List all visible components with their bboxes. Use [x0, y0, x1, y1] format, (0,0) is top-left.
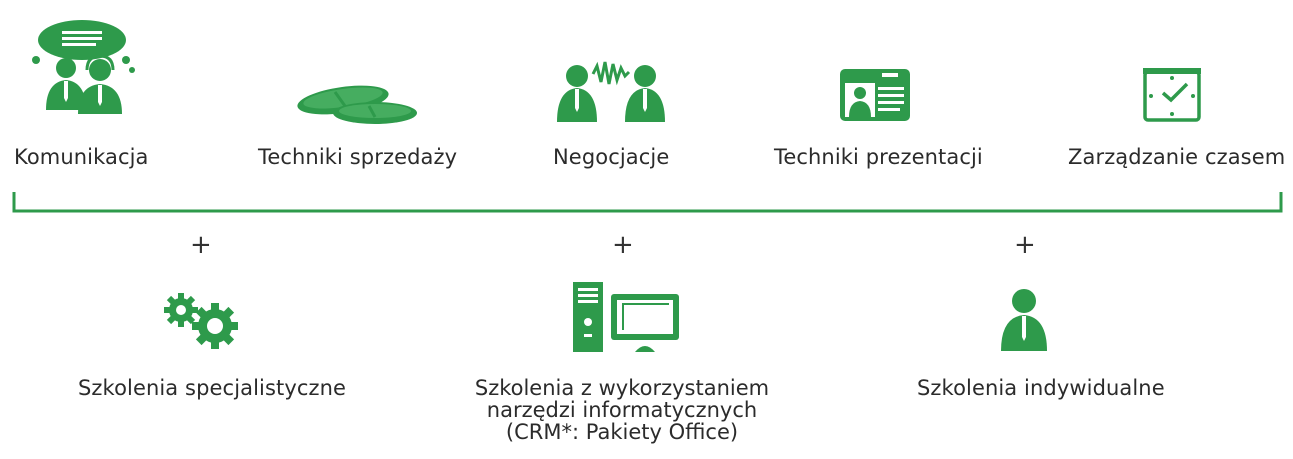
plus-sign-3: + [1014, 230, 1036, 260]
label-line-2: narzędzi informatycznych [486, 398, 758, 422]
label-szkolenia-specjalistyczne: Szkolenia specjalistyczne [78, 376, 347, 400]
id-card-icon [840, 69, 910, 121]
label-negocjacje: Negocjacje [553, 145, 670, 169]
label-zarzadzanie-czasem: Zarządzanie czasem [1068, 145, 1286, 169]
label-komunikacja: Komunikacja [14, 145, 149, 169]
gears-icon [164, 293, 238, 349]
clock-icon [1143, 68, 1201, 122]
plus-sign-2: + [612, 230, 634, 260]
negotiation-icon [557, 61, 665, 122]
conversation-icon [32, 20, 135, 114]
person-icon [1001, 289, 1047, 351]
bracket-connector [12, 192, 1283, 213]
label-techniki-prezentacji: Techniki prezentacji [774, 145, 983, 169]
label-szkolenia-informatyczne: Szkolenia z wykorzystaniem narzędzi info… [412, 377, 832, 443]
plus-sign-1: + [190, 230, 212, 260]
label-szkolenia-indywidualne: Szkolenia indywidualne [917, 376, 1165, 400]
label-line-1: Szkolenia z wykorzystaniem [474, 376, 770, 400]
label-techniki-sprzedazy: Techniki sprzedaży [258, 145, 458, 169]
computer-icon [573, 282, 679, 352]
coins-icon [297, 85, 417, 124]
label-line-3: (CRM*: Pakiety Office) [505, 420, 739, 444]
